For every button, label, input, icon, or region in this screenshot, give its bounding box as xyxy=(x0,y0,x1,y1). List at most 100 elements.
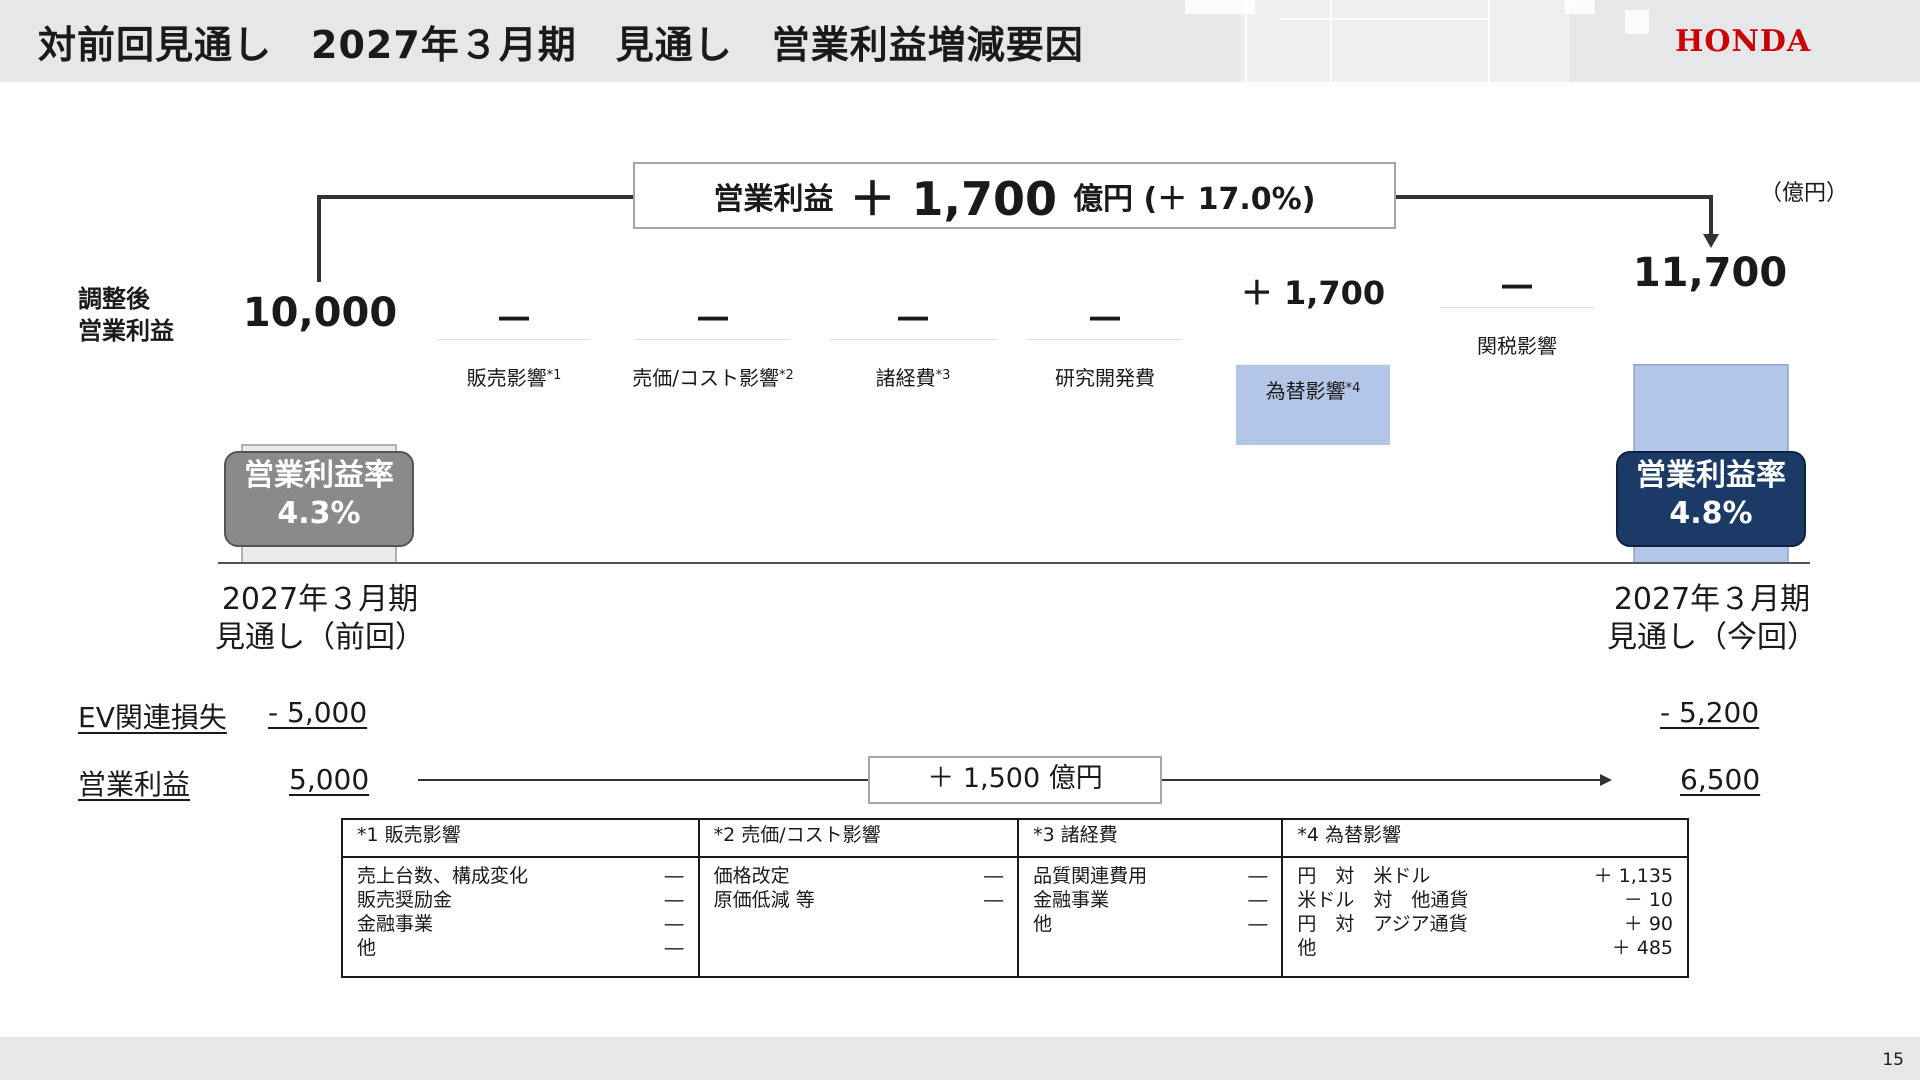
note-value: ― xyxy=(664,913,684,935)
note-item: 品質関連費用 xyxy=(1033,865,1148,887)
note-header: *4 為替影響 xyxy=(1281,818,1689,858)
note-cell: 価格改定 ― 原価低減 等 ― xyxy=(697,856,1020,978)
summary-value: ＋ 1,700 xyxy=(849,171,1058,226)
op-profit-left: 5,000 xyxy=(289,763,370,796)
note-item: 原価低減 等 xyxy=(713,889,815,911)
summary-prefix: 営業利益 xyxy=(713,181,834,217)
margin-label: 営業利益率 xyxy=(1636,458,1786,493)
impact-column: ― 研究開発費 xyxy=(1028,300,1182,390)
op-profit-right: 6,500 xyxy=(1680,763,1761,796)
row-label-line: 営業利益 xyxy=(78,317,174,345)
note-line: 金融事業 ― xyxy=(1033,888,1267,912)
impact-label-text: 為替影響 xyxy=(1265,379,1346,403)
impact-label-text: 研究開発費 xyxy=(1055,366,1155,390)
impact-divider xyxy=(830,339,996,340)
notes-header-row: *1 販売影響 *2 売価/コスト影響 *3 諸経費 *4 為替影響 xyxy=(341,818,1689,858)
page-number: 15 xyxy=(1882,1050,1904,1070)
note-line: 他 ＋ 485 xyxy=(1297,936,1673,960)
margin-badge-left: 営業利益率 4.3% xyxy=(224,451,414,547)
note-line: 売上台数、構成変化 ― xyxy=(357,864,684,888)
ev-loss-right: - 5,200 xyxy=(1660,696,1760,729)
impact-value: ― xyxy=(1502,268,1532,303)
note-value: ― xyxy=(664,937,684,959)
note-value: ― xyxy=(1248,913,1268,935)
arrow-right-icon xyxy=(1600,774,1612,786)
period-line: 2027年３月期 xyxy=(221,582,419,617)
note-item: 価格改定 xyxy=(713,865,790,887)
impact-value: ― xyxy=(898,300,928,335)
note-value: ― xyxy=(664,889,684,911)
note-line: 品質関連費用 ― xyxy=(1033,864,1267,888)
impact-label: 研究開発費 xyxy=(1028,362,1182,391)
impact-note: *1 xyxy=(546,368,562,383)
note-item: 他 xyxy=(357,937,377,959)
note-item: 金融事業 xyxy=(1033,889,1110,911)
impact-note: *4 xyxy=(1345,381,1361,396)
margin-badge-right: 営業利益率 4.8% xyxy=(1616,451,1806,547)
note-value: － 10 xyxy=(1623,889,1673,911)
impact-label-text: 諸経費 xyxy=(875,366,936,390)
impact-value: ― xyxy=(698,300,728,335)
note-item: 売上台数、構成変化 xyxy=(357,865,529,887)
note-value: ― xyxy=(1248,865,1268,887)
summary-content: 営業利益 ＋ 1,700 億円 (＋ 17.0%) xyxy=(634,163,1395,228)
impact-divider xyxy=(437,339,591,340)
impact-divider xyxy=(1440,307,1594,308)
op-profit-delta: ＋ 1,500 億円 xyxy=(868,756,1162,804)
op-profit-label: 営業利益 xyxy=(78,768,191,801)
note-line: 円 対 米ドル ＋ 1,135 xyxy=(1297,864,1673,888)
notes-table: *1 販売影響 *2 売価/コスト影響 *3 諸経費 *4 為替影響 売上台数、… xyxy=(341,818,1689,978)
impact-label-text: 売価/コスト影響 xyxy=(632,366,779,390)
period-line: 見通し（前回） xyxy=(215,620,425,655)
summary-connector xyxy=(317,195,634,282)
period-line: 見通し（今回） xyxy=(1607,620,1817,655)
notes-body-row: 売上台数、構成変化 ― 販売奨励金 ― 金融事業 ― 他 ― 価格改定 ― 原価低減 等 ―… xyxy=(341,856,1689,978)
note-cell: 品質関連費用 ― 金融事業 ― 他 ― xyxy=(1017,856,1284,978)
impact-column: ― 売価/コスト影響*2 xyxy=(615,300,811,390)
note-header: *2 売価/コスト影響 xyxy=(697,818,1020,858)
unit-label: （億円） xyxy=(1760,181,1849,206)
note-value: ― xyxy=(664,865,684,887)
impact-label: 為替影響*4 xyxy=(1236,375,1390,404)
impact-note: *2 xyxy=(778,368,794,383)
bars-layer xyxy=(241,364,1789,564)
note-line: 他 ― xyxy=(1033,912,1267,936)
impact-column: ― 諸経費*3 xyxy=(830,300,996,390)
note-value: ＋ 90 xyxy=(1623,913,1673,935)
arrow-down-icon xyxy=(1703,234,1719,248)
note-line: 原価低減 等 ― xyxy=(714,888,1003,912)
impact-label-text: 販売影響 xyxy=(466,366,547,390)
note-value: ― xyxy=(984,889,1004,911)
impact-divider xyxy=(635,339,791,340)
ev-loss-label: EV関連損失 xyxy=(78,701,227,734)
impact-label-text: 関税影響 xyxy=(1477,334,1557,358)
impact-note: *3 xyxy=(935,368,951,383)
end-value: 11,700 xyxy=(1632,250,1788,296)
note-line: 円 対 アジア通貨 ＋ 90 xyxy=(1297,912,1673,936)
margin-label: 営業利益率 xyxy=(244,458,394,493)
impact-column: ― 販売影響*1 xyxy=(437,300,591,390)
summary-connector xyxy=(1395,195,1713,238)
note-item: 米ドル 対 他通貨 xyxy=(1297,889,1469,911)
note-item: 円 対 米ドル xyxy=(1297,865,1431,887)
period-line: 2027年３月期 xyxy=(1613,582,1811,617)
row-label-line: 調整後 xyxy=(78,285,150,313)
row-label: 調整後 営業利益 xyxy=(78,283,174,347)
note-line: 米ドル 対 他通貨 － 10 xyxy=(1297,888,1673,912)
note-item: 円 対 アジア通貨 xyxy=(1297,913,1468,935)
impact-label: 諸経費*3 xyxy=(830,362,996,391)
ev-loss-left: - 5,000 xyxy=(268,696,368,729)
margin-value: 4.3% xyxy=(277,496,361,531)
impact-divider xyxy=(1028,339,1182,340)
margin-value: 4.8% xyxy=(1669,496,1753,531)
note-item: 他 xyxy=(1033,913,1053,935)
impact-column: ― 関税影響 xyxy=(1440,268,1594,358)
note-cell: 円 対 米ドル ＋ 1,135 米ドル 対 他通貨 － 10 円 対 アジア通貨 ＋ … xyxy=(1281,856,1689,978)
impact-value: ＋ 1,700 xyxy=(1240,274,1386,312)
note-header: *1 販売影響 xyxy=(341,818,700,858)
note-item: 金融事業 xyxy=(357,913,434,935)
note-cell: 売上台数、構成変化 ― 販売奨励金 ― 金融事業 ― 他 ― xyxy=(341,856,700,978)
period-label-left: 2027年３月期 見通し（前回） xyxy=(180,581,460,657)
note-item: 他 xyxy=(1297,937,1317,959)
note-value: ― xyxy=(984,865,1004,887)
